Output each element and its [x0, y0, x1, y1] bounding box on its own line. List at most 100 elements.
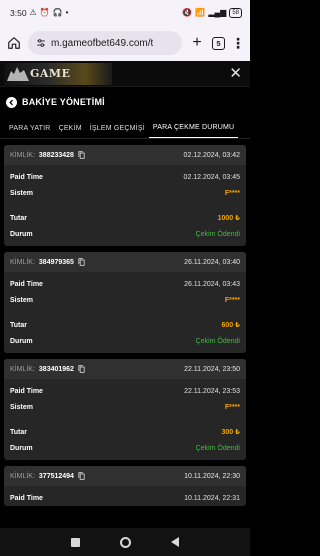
dot-icon: • [65, 7, 69, 17]
sistem-value: F**** [224, 296, 240, 304]
durum-label: Durum [10, 337, 33, 345]
cell-signal-icon: ▂▄▆ [208, 7, 227, 17]
signal-icon: ⚠ [29, 7, 37, 17]
back-button[interactable] [6, 96, 17, 108]
paid-time-row: Paid Time 26.11.2024, 03:43 [4, 276, 246, 292]
sistem-label: Sistem [10, 403, 33, 411]
site-header: GAME ✕ [0, 61, 250, 87]
id-value: 377512494 [38, 472, 74, 480]
withdrawal-card: KİMLİK: 377512494 10.11.2024, 22:30 Paid… [4, 466, 246, 506]
page-header: BAKİYE YÖNETİMİ [0, 87, 250, 117]
copy-icon[interactable] [78, 258, 85, 266]
withdrawal-card: KİMLİK: 383401962 22.11.2024, 23:50 Paid… [4, 359, 246, 460]
durum-label: Durum [10, 230, 33, 238]
tab-bar: PARA YATIR ÇEKİM İŞLEM GEÇMİŞİ PARA ÇEKM… [0, 117, 250, 139]
paid-time-value: 22.11.2024, 23:53 [184, 387, 240, 395]
site-settings-icon[interactable] [36, 38, 46, 48]
logo-text: GAME [30, 67, 71, 80]
home-nav-icon[interactable] [120, 536, 131, 548]
browser-toolbar: m.gameofbet649.com/t + 5 ⋮ [0, 25, 250, 61]
alarm-icon: ⏰ [39, 7, 50, 17]
tutar-value: 600 ₺ [221, 322, 241, 329]
created-date: 22.11.2024, 23:50 [184, 365, 240, 373]
durum-row: Durum Çekim Ödendi [4, 440, 246, 456]
kimlik-label: KİMLİK: [10, 472, 35, 480]
site-logo[interactable]: GAME [4, 62, 112, 85]
sistem-value: F**** [224, 189, 240, 197]
mute-icon: 🔇 [182, 7, 193, 17]
sistem-row: Sistem F**** [4, 292, 246, 308]
paid-time-row: Paid Time 10.11.2024, 22:31 [4, 490, 246, 506]
browser-menu-icon[interactable]: ⋮ [231, 35, 245, 52]
recents-icon[interactable] [71, 537, 80, 547]
card-header: KİMLİK: 384979365 26.11.2024, 03:40 [4, 252, 246, 272]
status-left: 3:50 ⚠ ⏰ 🎧 • [10, 8, 68, 18]
durum-row: Durum Çekim Ödendi [4, 333, 246, 349]
tutar-row: Tutar 600 ₺ [4, 317, 246, 333]
kimlik-label: KİMLİK: [10, 365, 35, 373]
tutar-label: Tutar [10, 321, 27, 329]
paid-time-label: Paid Time [10, 280, 43, 288]
copy-icon[interactable] [78, 472, 85, 480]
paid-time-value: 26.11.2024, 03:43 [184, 280, 240, 288]
home-icon[interactable] [6, 35, 22, 51]
tutar-row: Tutar 1000 ₺ [4, 210, 246, 226]
tutar-label: Tutar [10, 428, 27, 436]
paid-time-label: Paid Time [10, 387, 43, 395]
withdrawal-card: KİMLİK: 384979365 26.11.2024, 03:40 Paid… [4, 252, 246, 353]
withdrawal-id: KİMLİK: 384979365 [10, 258, 85, 266]
copy-icon[interactable] [78, 365, 85, 373]
address-bar[interactable]: m.gameofbet649.com/t [28, 31, 182, 55]
tutar-row: Tutar 300 ₺ [4, 424, 246, 440]
durum-value: Çekim Ödendi [195, 337, 240, 345]
sistem-label: Sistem [10, 296, 33, 304]
status-right: 🔇 📶 ▂▄▆ 58 [182, 7, 242, 18]
url-text: m.gameofbet649.com/t [51, 37, 154, 49]
card-header: KİMLİK: 383401962 22.11.2024, 23:50 [4, 359, 246, 379]
new-tab-button[interactable]: + [188, 34, 206, 52]
back-nav-icon[interactable] [171, 537, 179, 547]
sistem-row: Sistem F**** [4, 185, 246, 201]
paid-time-label: Paid Time [10, 173, 43, 181]
paid-time-label: Paid Time [10, 494, 43, 502]
paid-time-row: Paid Time 02.12.2024, 03:45 [4, 169, 246, 185]
tab-para-cekme-durumu[interactable]: PARA ÇEKME DURUMU [148, 124, 239, 138]
sistem-row: Sistem F**** [4, 399, 246, 415]
status-time: 3:50 [10, 7, 27, 18]
copy-icon[interactable] [78, 151, 85, 159]
sistem-label: Sistem [10, 189, 33, 197]
page-title: BAKİYE YÖNETİMİ [22, 97, 105, 107]
wolf-logo-icon [7, 66, 29, 81]
withdrawal-card: KİMLİK: 388233428 02.12.2024, 03:42 Paid… [4, 145, 246, 246]
tutar-value: 1000 ₺ [217, 215, 240, 222]
durum-row: Durum Çekim Ödendi [4, 226, 246, 242]
tab-islem-gecmisi[interactable]: İŞLEM GEÇMİŞİ [86, 125, 149, 138]
card-header: KİMLİK: 388233428 02.12.2024, 03:42 [4, 145, 246, 165]
battery-icon: 58 [229, 7, 242, 18]
tab-para-yatir[interactable]: PARA YATIR [5, 125, 55, 138]
wifi-icon: 📶 [195, 7, 206, 17]
withdrawal-list: KİMLİK: 388233428 02.12.2024, 03:42 Paid… [4, 145, 246, 512]
kimlik-label: KİMLİK: [10, 258, 35, 266]
tutar-label: Tutar [10, 214, 27, 222]
chevron-left-icon [9, 99, 13, 105]
tutar-value: 300 ₺ [221, 429, 241, 436]
withdrawal-id: KİMLİK: 377512494 [10, 472, 85, 480]
tab-cekim[interactable]: ÇEKİM [55, 125, 86, 138]
system-nav-bar [0, 528, 250, 556]
created-date: 26.11.2024, 03:40 [184, 258, 240, 266]
headset-icon: 🎧 [52, 7, 63, 17]
close-icon[interactable]: ✕ [229, 66, 242, 81]
id-value: 384979365 [38, 258, 74, 266]
status-bar: 3:50 ⚠ ⏰ 🎧 • 🔇 📶 ▂▄▆ 58 [0, 0, 250, 25]
durum-label: Durum [10, 444, 33, 452]
created-date: 10.11.2024, 22:30 [184, 472, 240, 480]
tab-switcher-button[interactable]: 5 [212, 36, 225, 50]
kimlik-label: KİMLİK: [10, 151, 35, 159]
withdrawal-id: KİMLİK: 388233428 [10, 151, 85, 159]
